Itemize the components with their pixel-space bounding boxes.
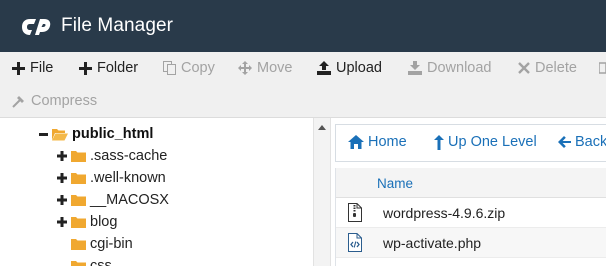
tree-item-public-html[interactable]: public_html [38,123,153,145]
toolbar: File Folder Copy Move Upload Download De… [0,52,606,118]
new-file-button[interactable]: File [12,54,53,82]
compress-label: Compress [31,93,98,109]
new-folder-button[interactable]: Folder [79,54,138,82]
folder-icon [71,261,86,266]
delete-label: Delete [535,60,577,76]
tree-item-well-known[interactable]: .well-known [57,167,166,189]
tree-item-blog[interactable]: blog [57,211,117,233]
back-button[interactable]: Back [558,134,606,150]
upload-button[interactable]: Upload [317,54,382,82]
tree-label: public_html [72,126,154,142]
level-up-icon [434,134,444,150]
tree-item-sass-cache[interactable]: .sass-cache [57,145,167,167]
compress-button[interactable]: Compress [12,87,97,115]
tree-label: __MACOSX [90,192,169,208]
scroll-up-arrow-icon[interactable] [318,125,326,130]
tree-item-cgi-bin[interactable]: cgi-bin [71,233,133,255]
toolbar-row-secondary: Compress [0,87,606,115]
folder-tree: public_html .sass-cache .well-known __MA… [0,118,313,266]
upload-icon [317,61,331,75]
home-label: Home [368,134,407,150]
tree-scrollbar[interactable] [313,118,331,266]
move-label: Move [257,60,293,76]
folder-icon [71,239,86,250]
x-icon [518,62,530,74]
zip-file-icon [348,203,362,222]
file-row[interactable]: wp-activate.php [336,228,606,258]
move-button[interactable]: Move [238,54,292,82]
truncated-icon [599,62,606,74]
copy-icon [163,61,176,75]
expand-icon[interactable] [57,217,67,227]
cpanel-logo-icon [22,19,51,35]
tree-label: blog [90,214,118,230]
toolbar-row-primary: File Folder Copy Move Upload Download De… [0,54,606,82]
app-header: File Manager [0,0,606,52]
file-pane: Home Up One Level Back Name wordpress-4.… [331,118,606,266]
copy-button[interactable]: Copy [163,54,215,82]
tree-item-macosx[interactable]: __MACOSX [57,189,169,211]
back-label: Back [575,134,606,150]
folder-open-icon [52,128,68,140]
navigation-bar: Home Up One Level Back [335,124,606,162]
column-header-name[interactable]: Name [377,176,413,191]
up-one-level-button[interactable]: Up One Level [434,134,537,150]
app-title: File Manager [61,15,174,36]
more-button-partial[interactable] [599,54,606,82]
home-button[interactable]: Home [348,134,407,150]
expand-icon[interactable] [57,173,67,183]
file-row[interactable]: wordpress-4.9.6.zip [336,198,606,228]
plus-icon [12,61,25,75]
file-list: Name wordpress-4.9.6.zip wp-activate.php [335,168,606,266]
folder-icon [71,173,86,184]
download-label: Download [427,60,492,76]
expand-icon[interactable] [57,195,67,205]
upload-label: Upload [336,60,382,76]
expand-icon[interactable] [57,151,67,161]
file-list-header: Name [336,168,606,198]
delete-button[interactable]: Delete [518,54,577,82]
file-name: wp-activate.php [383,235,482,251]
tree-item-css[interactable]: css [71,255,112,266]
collapse-icon[interactable] [38,132,48,136]
arrow-left-icon [558,136,571,148]
home-icon [348,135,364,149]
move-arrows-icon [238,61,252,75]
tree-label: .well-known [90,170,166,186]
new-file-label: File [30,60,54,76]
tree-label: css [90,258,112,266]
copy-label: Copy [181,60,215,76]
tree-label: .sass-cache [90,148,168,164]
up-one-level-label: Up One Level [448,134,537,150]
download-button[interactable]: Download [408,54,492,82]
new-folder-label: Folder [97,60,139,76]
folder-icon [71,151,86,162]
folder-icon [71,217,86,228]
download-icon [408,61,422,75]
folder-icon [71,195,86,206]
code-file-icon [348,233,362,252]
compress-icon [12,96,24,108]
plus-icon [79,61,92,75]
tree-label: cgi-bin [90,236,133,252]
file-name: wordpress-4.9.6.zip [383,205,506,221]
